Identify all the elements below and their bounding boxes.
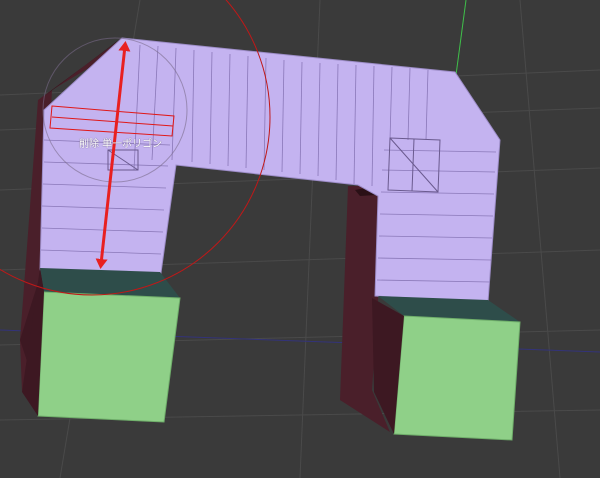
3d-viewport[interactable] — [0, 0, 600, 478]
left-block[interactable] — [22, 268, 181, 423]
tool-name-label: 削除 単一ポリゴン — [79, 139, 163, 150]
right-block[interactable] — [372, 296, 521, 441]
